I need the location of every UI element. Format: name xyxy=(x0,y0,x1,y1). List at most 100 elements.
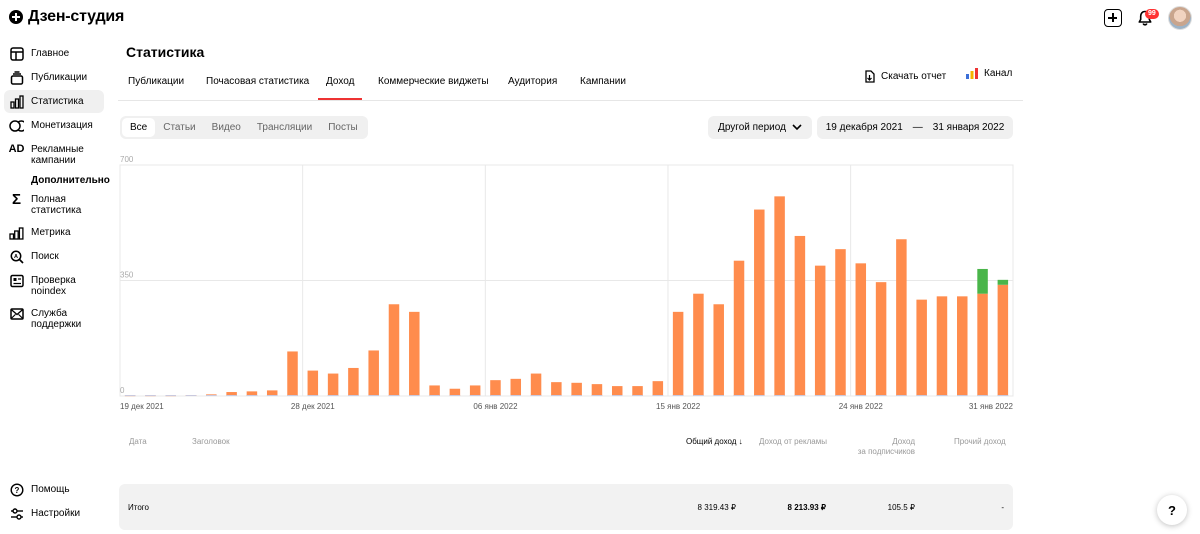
column-header-subscriber-income-line2: за подписчиков xyxy=(857,447,915,456)
filter-streams[interactable]: Трансляции xyxy=(249,118,320,137)
sidebar-item-label: Публикации xyxy=(31,72,88,83)
x-tick-label: 24 янв 2022 xyxy=(839,402,884,411)
sidebar-item-main[interactable]: Главное xyxy=(4,42,104,65)
x-tick-label: 28 дек 2021 xyxy=(291,402,335,411)
column-header-ad-income[interactable]: Доход от рекламы xyxy=(759,437,827,447)
channel-label: Канал xyxy=(984,68,1013,79)
zen-logo-icon xyxy=(9,10,23,24)
bar-ad-income xyxy=(307,370,319,396)
filter-all[interactable]: Все xyxy=(122,118,156,137)
sidebar-item-statistics[interactable]: Статистика xyxy=(4,90,104,113)
sidebar-item-publications[interactable]: Публикации xyxy=(4,66,104,89)
notifications-button[interactable]: 99 xyxy=(1136,8,1159,28)
column-header-title[interactable]: Заголовок xyxy=(192,437,230,447)
column-header-subscriber-income[interactable]: Доход за подписчиков xyxy=(842,437,915,457)
date-range[interactable]: 19 декабря 2021 — 31 января 2022 xyxy=(817,116,1013,139)
sidebar-item-settings[interactable]: Настройки xyxy=(4,502,104,525)
content-filter: Все Статьи Видео Трансляции Посты xyxy=(120,116,368,139)
filter-video[interactable]: Видео xyxy=(204,118,249,137)
bar-ad-income xyxy=(449,388,461,396)
bar-baseline xyxy=(368,395,379,396)
bar-ad-income xyxy=(774,196,785,396)
date-separator: — xyxy=(912,122,923,133)
tab-campaigns[interactable]: Кампании xyxy=(580,76,626,87)
sidebar-item-label: Монетизация xyxy=(31,120,93,131)
date-from: 19 декабря 2021 xyxy=(825,122,903,133)
bar-subscriber-income xyxy=(977,268,988,294)
bar-baseline xyxy=(206,395,217,396)
bar-ad-income xyxy=(469,385,481,396)
sidebar-bottom: ? Помощь Настройки xyxy=(4,478,104,526)
column-header-other-income[interactable]: Прочий доход xyxy=(954,437,1006,447)
column-header-date[interactable]: Дата xyxy=(129,437,147,447)
bar-ad-income xyxy=(936,296,948,396)
avatar[interactable] xyxy=(1168,6,1192,30)
bar-baseline xyxy=(916,395,927,396)
bar-ad-income xyxy=(835,249,846,396)
sidebar-item-label: Помощь xyxy=(31,484,70,495)
totals-row: Итого 8 319.43 ₽ 8 213.93 ₽ 105.5 ₽ - xyxy=(119,484,1013,530)
bar-baseline xyxy=(977,395,988,396)
bar-baseline xyxy=(348,395,359,396)
sliders-icon xyxy=(9,506,24,521)
bar-baseline xyxy=(185,395,197,396)
channel-button[interactable]: Канал xyxy=(966,68,1012,79)
x-tick-label: 06 янв 2022 xyxy=(473,402,518,411)
bar-baseline xyxy=(124,395,136,396)
bar-baseline xyxy=(936,395,948,396)
tab-income[interactable]: Доход xyxy=(317,76,363,100)
totals-ad-income: 8 213.93 ₽ xyxy=(787,503,826,512)
column-header-subscriber-income-line1: Доход xyxy=(892,437,915,446)
download-report-button[interactable]: Скачать отчет xyxy=(864,70,946,83)
bar-ad-income xyxy=(875,282,887,396)
tab-publications[interactable]: Публикации xyxy=(128,76,184,87)
app-logo[interactable]: Дзен-студия xyxy=(9,8,124,26)
bar-ad-income xyxy=(693,293,704,396)
x-tick-label: 15 янв 2022 xyxy=(656,402,701,411)
page-title: Статистика xyxy=(126,44,205,60)
tab-commercial-widgets[interactable]: Коммерческие виджеты xyxy=(378,76,489,87)
period-select[interactable]: Другой период xyxy=(708,116,812,139)
bar-ad-income xyxy=(591,384,603,396)
bar-ad-income xyxy=(754,209,765,396)
bar-baseline xyxy=(632,395,643,396)
coins-icon xyxy=(9,118,24,133)
period-select-label: Другой период xyxy=(718,122,786,133)
bar-ad-income xyxy=(957,296,968,396)
bar-baseline xyxy=(652,395,664,396)
bar-ad-income xyxy=(409,311,420,396)
tab-audience[interactable]: Аудитория xyxy=(508,76,557,87)
bar-baseline xyxy=(611,395,623,396)
download-icon xyxy=(865,70,875,83)
bar-ad-income xyxy=(551,382,562,396)
bar-baseline xyxy=(327,395,339,396)
floating-help-button[interactable]: ? xyxy=(1157,495,1187,525)
add-publication-button[interactable] xyxy=(1104,9,1122,27)
tab-hourly[interactable]: Почасовая статистика xyxy=(206,76,309,87)
bar-baseline xyxy=(754,395,765,396)
x-tick-label: 31 янв 2022 xyxy=(969,402,1014,411)
column-header-total-income[interactable]: Общий доход ↓ xyxy=(686,437,743,447)
bar-baseline xyxy=(266,395,278,396)
stats-tabs: Публикации Почасовая статистика Доход Ко… xyxy=(118,68,1023,101)
bar-baseline xyxy=(814,395,826,396)
x-tick-label: 19 дек 2021 xyxy=(120,402,164,411)
sidebar-item-label: Статистика xyxy=(31,96,84,107)
bar-ad-income xyxy=(632,386,643,396)
filter-articles[interactable]: Статьи xyxy=(155,118,203,137)
bar-ad-income xyxy=(327,373,339,396)
app-title: Дзен-студия xyxy=(28,8,125,25)
bar-ad-income xyxy=(977,293,988,396)
sidebar-item-monetization[interactable]: Монетизация xyxy=(4,114,104,137)
income-chart: 700 350 0 19 дек 2021 28 дек 2021 06 янв 2022… xyxy=(119,155,1014,411)
bar-baseline xyxy=(551,395,562,396)
bar-ad-income xyxy=(530,373,542,396)
sidebar-item-help[interactable]: ? Помощь xyxy=(4,478,104,501)
bar-baseline xyxy=(409,395,420,396)
bar-baseline xyxy=(693,395,704,396)
help-icon: ? xyxy=(9,482,24,497)
bar-ad-income xyxy=(713,304,724,396)
date-to: 31 января 2022 xyxy=(932,122,1005,133)
bar-baseline xyxy=(733,395,745,396)
filter-posts[interactable]: Посты xyxy=(320,118,366,137)
